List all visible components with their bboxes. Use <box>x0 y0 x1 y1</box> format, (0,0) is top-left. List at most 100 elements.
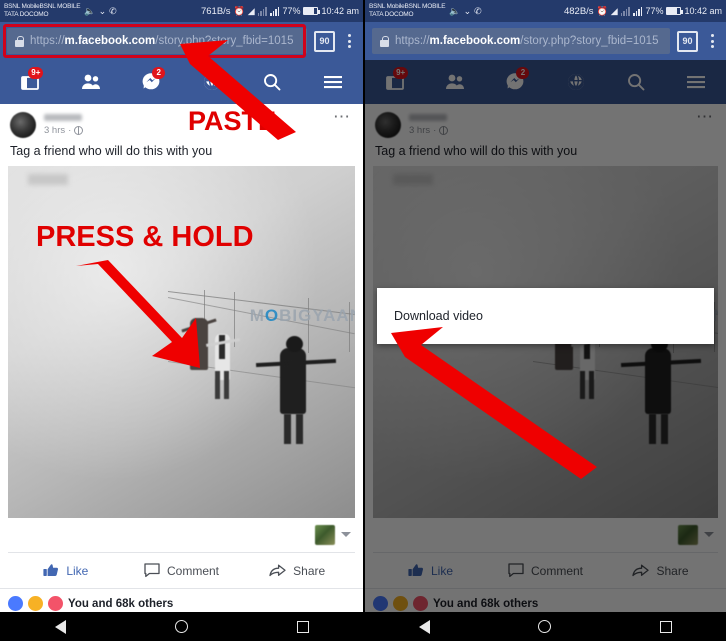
share-icon <box>269 564 286 577</box>
like-button[interactable]: Like <box>8 563 124 578</box>
status-bar-right: 482B/s ⏰ ◢ 77% 10:42 am <box>564 6 722 17</box>
browser-toolbar: https://m.facebook.com/story.php?story_f… <box>365 22 726 60</box>
status-bar: BSNL MobileBSNL MOBILE TATA DOCOMO 🔈 ⌄ ✆… <box>365 0 726 22</box>
recents-button[interactable] <box>296 620 309 633</box>
post-meta: 3 hrs · <box>44 125 84 136</box>
post-timestamp: 3 hrs <box>44 125 66 136</box>
status-bar-icon-group: 🔈 ⌄ ✆ <box>84 5 116 16</box>
lock-icon <box>380 35 389 47</box>
watermark-part: O <box>264 306 280 325</box>
chevron-down-icon[interactable] <box>341 532 351 537</box>
battery-percent-label: 77% <box>645 6 664 16</box>
address-bar[interactable]: https://m.facebook.com/story.php?story_f… <box>7 28 307 54</box>
person-legs <box>215 371 220 399</box>
carrier-line-1: BSNL MobileBSNL MOBILE <box>4 3 81 10</box>
signal-icon-sim2 <box>633 6 643 16</box>
whatsapp-icon: ✆ <box>474 5 482 16</box>
facebook-nav-bar: 9+ 2 <box>0 60 363 104</box>
tagged-photo-thumbnail[interactable] <box>315 525 335 545</box>
comment-button[interactable]: Comment <box>124 563 240 578</box>
signal-icon-sim2 <box>270 6 280 16</box>
post-more-icon[interactable]: ⋯ <box>333 108 353 125</box>
status-bar-right: 761B/s ⏰ ◢ 77% 10:42 am <box>201 6 359 17</box>
alarm-icon: ⏰ <box>596 5 608 16</box>
post-header: 3 hrs · ⋯ <box>0 104 363 142</box>
share-button[interactable]: Share <box>239 563 355 578</box>
alarm-icon: ⏰ <box>233 5 245 16</box>
back-button[interactable] <box>54 619 66 634</box>
watermark-part: BIGYAAN <box>279 306 355 325</box>
person-legs <box>224 371 229 399</box>
battery-icon <box>666 7 684 15</box>
download-video-option[interactable]: Download video <box>394 309 483 323</box>
watermark: MOBIGYAAN <box>250 306 355 326</box>
tab-count-button[interactable]: 90 <box>314 30 335 52</box>
share-label: Share <box>293 563 326 578</box>
carrier-line-2: TATA DOCOMO <box>369 11 414 18</box>
status-bar-left: BSNL MobileBSNL MOBILE TATA DOCOMO 🔈 ⌄ ✆ <box>4 3 117 19</box>
phone-screen-right: BSNL MobileBSNL MOBILE TATA DOCOMO 🔈 ⌄ ✆… <box>363 0 726 641</box>
hamburger-icon <box>323 76 342 89</box>
person-legs <box>284 414 291 444</box>
sidebar-item-notifications[interactable] <box>182 60 243 104</box>
sidebar-item-news-feed[interactable]: 9+ <box>0 60 61 104</box>
comment-icon <box>144 563 160 578</box>
sidebar-item-messenger[interactable]: 2 <box>121 60 182 104</box>
home-button[interactable] <box>538 620 552 633</box>
url-text: https://m.facebook.com/story.php?story_f… <box>30 35 293 47</box>
post-text: Tag a friend who will do this with you <box>10 144 213 158</box>
browser-toolbar: https://m.facebook.com/story.php?story_f… <box>0 22 363 60</box>
globe-icon <box>74 126 84 135</box>
url-scheme: https:// <box>30 35 65 47</box>
volume-icon: 🔈 <box>84 5 96 16</box>
post-action-bar: Like Comment Share <box>8 552 355 588</box>
carrier-names: BSNL MobileBSNL MOBILE TATA DOCOMO <box>4 3 81 19</box>
avatar <box>10 112 36 138</box>
post-video[interactable]: MOBIGYAAN PRESS & HOLD <box>8 166 355 518</box>
comment-label: Comment <box>167 563 220 578</box>
like-label: Like <box>66 563 89 578</box>
search-icon <box>264 74 281 91</box>
url-text: https://m.facebook.com/story.php?story_f… <box>395 35 658 47</box>
context-menu-dialog: Download video <box>377 288 714 344</box>
watermark-part: M <box>249 306 265 325</box>
address-bar[interactable]: https://m.facebook.com/story.php?story_f… <box>372 28 670 54</box>
android-navigation-bar <box>365 612 726 641</box>
person-bag <box>219 335 225 359</box>
android-navigation-bar <box>0 612 363 641</box>
url-scheme: https:// <box>395 35 430 47</box>
tab-count-button[interactable]: 90 <box>677 30 698 52</box>
home-button[interactable] <box>174 620 188 633</box>
carrier-line-1: BSNL MobileBSNL MOBILE <box>369 3 446 10</box>
thumbs-up-icon <box>43 564 59 576</box>
search-icon[interactable] <box>242 60 303 104</box>
clock-label: 10:42 am <box>321 6 359 16</box>
kebab-menu-icon[interactable] <box>705 34 719 48</box>
network-speed-label: 482B/s <box>563 5 594 17</box>
messenger-badge: 2 <box>152 67 166 79</box>
screenshot-root: BSNL MobileBSNL MOBILE TATA DOCOMO 🔈 ⌄ ✆… <box>0 0 726 641</box>
kebab-menu-icon[interactable] <box>342 34 356 48</box>
phone-screen-left: BSNL MobileBSNL MOBILE TATA DOCOMO 🔈 ⌄ ✆… <box>0 0 363 641</box>
download-icon: ⌄ <box>463 5 472 16</box>
sidebar-item-friend-requests[interactable] <box>61 60 122 104</box>
back-button[interactable] <box>419 619 431 634</box>
recents-button[interactable] <box>659 620 672 633</box>
url-host: m.facebook.com <box>429 35 521 47</box>
clock-label: 10:42 am <box>684 6 722 16</box>
globe-notifications-icon <box>203 74 220 90</box>
status-bar: BSNL MobileBSNL MOBILE TATA DOCOMO 🔈 ⌄ ✆… <box>0 0 363 22</box>
news-feed-badge: 9+ <box>28 67 44 79</box>
wow-reaction-icon <box>28 596 43 611</box>
lock-icon <box>15 35 24 47</box>
battery-icon <box>303 7 321 15</box>
reaction-summary-label: You and 68k others <box>68 597 174 610</box>
status-bar-icon-group: 🔈 ⌄ ✆ <box>449 5 482 16</box>
url-host: m.facebook.com <box>64 35 156 47</box>
battery-percent-label: 77% <box>282 6 301 16</box>
more-menu-icon[interactable] <box>303 60 364 104</box>
signal-icon-sim1 <box>257 6 268 16</box>
url-path: /story.php?story_fbid=1015 <box>520 35 659 47</box>
carrier-names: BSNL MobileBSNL MOBILE TATA DOCOMO <box>369 3 446 19</box>
wifi-icon: ◢ <box>610 5 618 16</box>
